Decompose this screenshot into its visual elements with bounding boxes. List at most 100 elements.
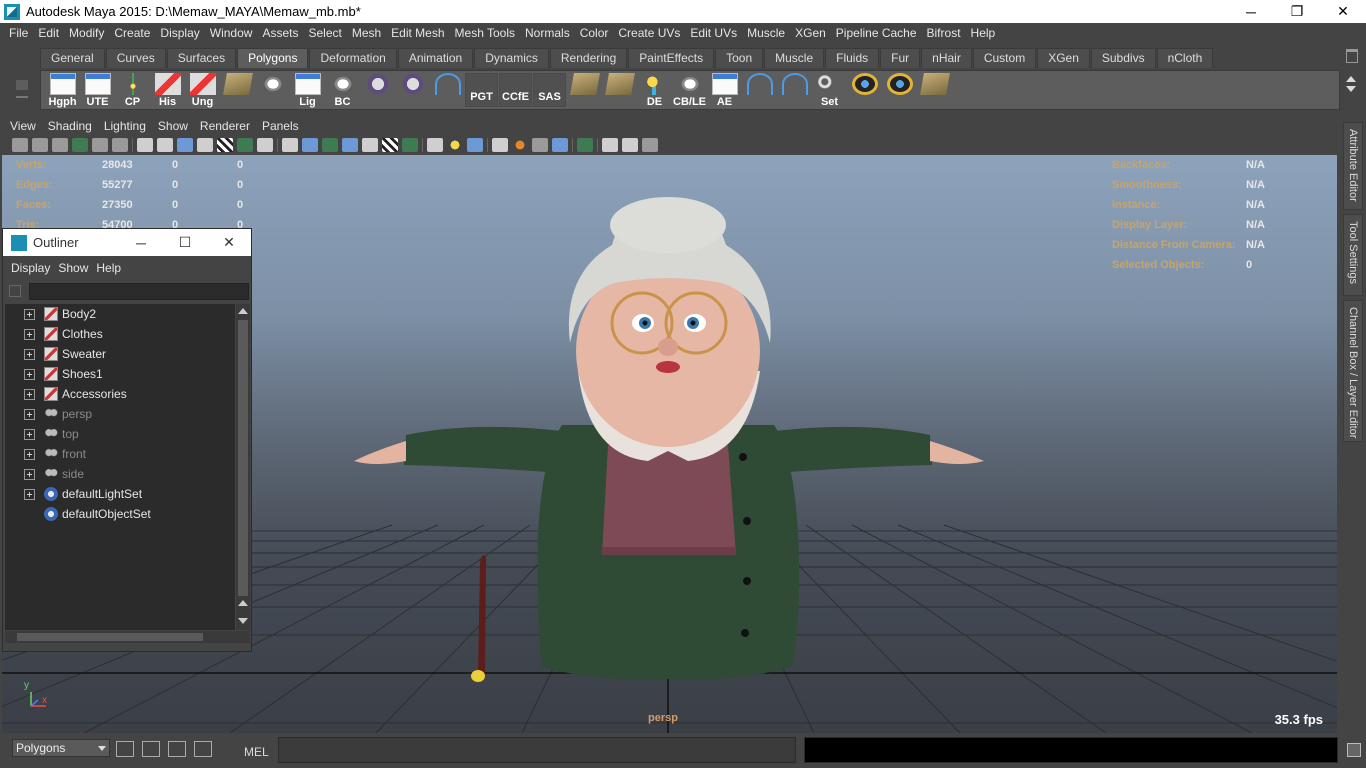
tab-custom[interactable]: Custom: [972, 48, 1037, 68]
panel-tool-icon[interactable]: [282, 138, 298, 152]
shelf-button-bc[interactable]: BC: [325, 71, 360, 109]
panel-tool-icon[interactable]: [492, 138, 508, 152]
shelf-button-tool-25[interactable]: [917, 71, 952, 109]
shelf-button-ung[interactable]: Ung: [185, 71, 220, 109]
expand-plus-icon[interactable]: [24, 408, 35, 420]
layout-icon[interactable]: [116, 741, 134, 757]
outliner-item-persp[interactable]: persp: [5, 404, 235, 424]
tab-subdivs[interactable]: Subdivs: [1090, 48, 1156, 68]
outliner-item-defaultobjectset[interactable]: defaultObjectSet: [5, 504, 235, 524]
shelf-button-ae[interactable]: AE: [707, 71, 742, 109]
tab-tool-settings[interactable]: Tool Settings: [1343, 214, 1363, 296]
tab-general[interactable]: General: [40, 48, 105, 68]
menu-edit[interactable]: Edit: [33, 26, 64, 40]
expand-plus-icon[interactable]: [24, 388, 35, 400]
menu-edit-mesh[interactable]: Edit Mesh: [386, 26, 449, 40]
tab-fluids[interactable]: Fluids: [825, 48, 880, 68]
trash-icon[interactable]: [1346, 49, 1358, 63]
menu-pipeline-cache[interactable]: Pipeline Cache: [831, 26, 922, 40]
shelf-button-his[interactable]: His: [150, 71, 185, 109]
scroll-up-icon[interactable]: [238, 600, 248, 606]
outliner-item-defaultlightset[interactable]: defaultLightSet: [5, 484, 235, 504]
panel-menu-show[interactable]: Show: [152, 119, 194, 133]
menu-edit-uvs[interactable]: Edit UVs: [685, 26, 742, 40]
shelf-button-tool-9[interactable]: [360, 71, 395, 109]
expand-plus-icon[interactable]: [24, 308, 35, 320]
menu-muscle[interactable]: Muscle: [742, 26, 790, 40]
shelf-grip[interactable]: [12, 50, 32, 106]
outliner-item-shoes1[interactable]: Shoes1: [5, 364, 235, 384]
panel-tool-icon[interactable]: [112, 138, 128, 152]
tab-fur[interactable]: Fur: [880, 48, 921, 68]
outliner-item-clothes[interactable]: Clothes: [5, 324, 235, 344]
shelf-button-tool-15[interactable]: [567, 71, 602, 109]
menu-assets[interactable]: Assets: [257, 26, 303, 40]
tab-nhair[interactable]: nHair: [921, 48, 972, 68]
outliner-item-sweater[interactable]: Sweater: [5, 344, 235, 364]
menu-mesh-tools[interactable]: Mesh Tools: [450, 26, 520, 40]
expand-plus-icon[interactable]: [24, 428, 35, 440]
tab-deformation[interactable]: Deformation: [309, 48, 397, 68]
outliner-title-bar[interactable]: Outliner ─ ☐ ✕: [3, 229, 251, 256]
panel-icon[interactable]: [142, 741, 160, 757]
tab-curves[interactable]: Curves: [105, 48, 166, 68]
panel-menu-renderer[interactable]: Renderer: [194, 119, 256, 133]
tab-xgen[interactable]: XGen: [1037, 48, 1090, 68]
panel-menu-panels[interactable]: Panels: [256, 119, 305, 133]
panel-tool-icon[interactable]: [342, 138, 358, 152]
menu-create[interactable]: Create: [109, 26, 155, 40]
tab-dynamics[interactable]: Dynamics: [474, 48, 549, 68]
script-language-toggle[interactable]: MEL: [244, 745, 269, 759]
menu-mesh[interactable]: Mesh: [347, 26, 386, 40]
menu-select[interactable]: Select: [303, 26, 346, 40]
panel-tool-icon[interactable]: [467, 138, 483, 152]
panel-tool-icon[interactable]: [642, 138, 658, 152]
tab-channel-box[interactable]: Channel Box / Layer Editor: [1343, 300, 1363, 442]
expand-plus-icon[interactable]: [24, 348, 35, 360]
panel-tool-icon[interactable]: [137, 138, 153, 152]
panel-tool-icon[interactable]: [382, 138, 398, 152]
panel-tool-icon[interactable]: [217, 138, 233, 152]
command-input[interactable]: [278, 737, 796, 763]
panel-tool-icon[interactable]: [257, 138, 273, 152]
outliner-horizontal-scrollbar[interactable]: [5, 631, 250, 643]
panel-tool-icon[interactable]: [52, 138, 68, 152]
expand-plus-icon[interactable]: [24, 488, 35, 500]
shelf-button-tool-5[interactable]: [220, 71, 255, 109]
tab-painteffects[interactable]: PaintEffects: [628, 48, 715, 68]
outliner-minimize-button[interactable]: ─: [119, 235, 163, 251]
minimize-button[interactable]: ─: [1228, 0, 1274, 23]
shelf-button-cp[interactable]: CP: [115, 71, 150, 109]
scroll-down-icon[interactable]: [1346, 86, 1356, 92]
panel-tool-icon[interactable]: [302, 138, 318, 152]
shelf-button-tool-6[interactable]: [255, 71, 290, 109]
outliner-item-accessories[interactable]: Accessories: [5, 384, 235, 404]
panel-tool-icon[interactable]: [532, 138, 548, 152]
outliner-close-button[interactable]: ✕: [207, 234, 251, 251]
panel-tool-icon[interactable]: [322, 138, 338, 152]
panel-tool-icon[interactable]: [237, 138, 253, 152]
outliner-menu-help[interactable]: Help: [92, 261, 125, 275]
outliner-menu-display[interactable]: Display: [7, 261, 54, 275]
shelf-button-sas[interactable]: SAS: [533, 73, 566, 107]
shelf-button-tool-16[interactable]: [602, 71, 637, 109]
panel-tool-icon[interactable]: [197, 138, 213, 152]
panel-tool-icon[interactable]: [447, 138, 463, 152]
expand-plus-icon[interactable]: [24, 368, 35, 380]
shelf-button-tool-21[interactable]: [777, 71, 812, 109]
shelf-button-ute[interactable]: UTE: [80, 71, 115, 109]
menu-set-select[interactable]: Polygons: [12, 739, 110, 757]
outliner-item-body2[interactable]: Body2: [5, 304, 235, 324]
shelf-button-pgt[interactable]: PGT: [465, 73, 498, 107]
outliner-item-side[interactable]: side: [5, 464, 235, 484]
expand-plus-icon[interactable]: [24, 468, 35, 480]
shelf-button-tool-23[interactable]: [847, 71, 882, 109]
restore-button[interactable]: ❐: [1274, 0, 1320, 23]
shelf-button-tool-24[interactable]: [882, 71, 917, 109]
panel-tool-icon[interactable]: [157, 138, 173, 152]
scroll-thumb[interactable]: [17, 633, 203, 641]
outliner-icon[interactable]: [168, 741, 186, 757]
outliner-search-input[interactable]: [29, 283, 249, 300]
shelf-button-set[interactable]: Set: [812, 71, 847, 109]
shelf-button-de[interactable]: DE: [637, 71, 672, 109]
